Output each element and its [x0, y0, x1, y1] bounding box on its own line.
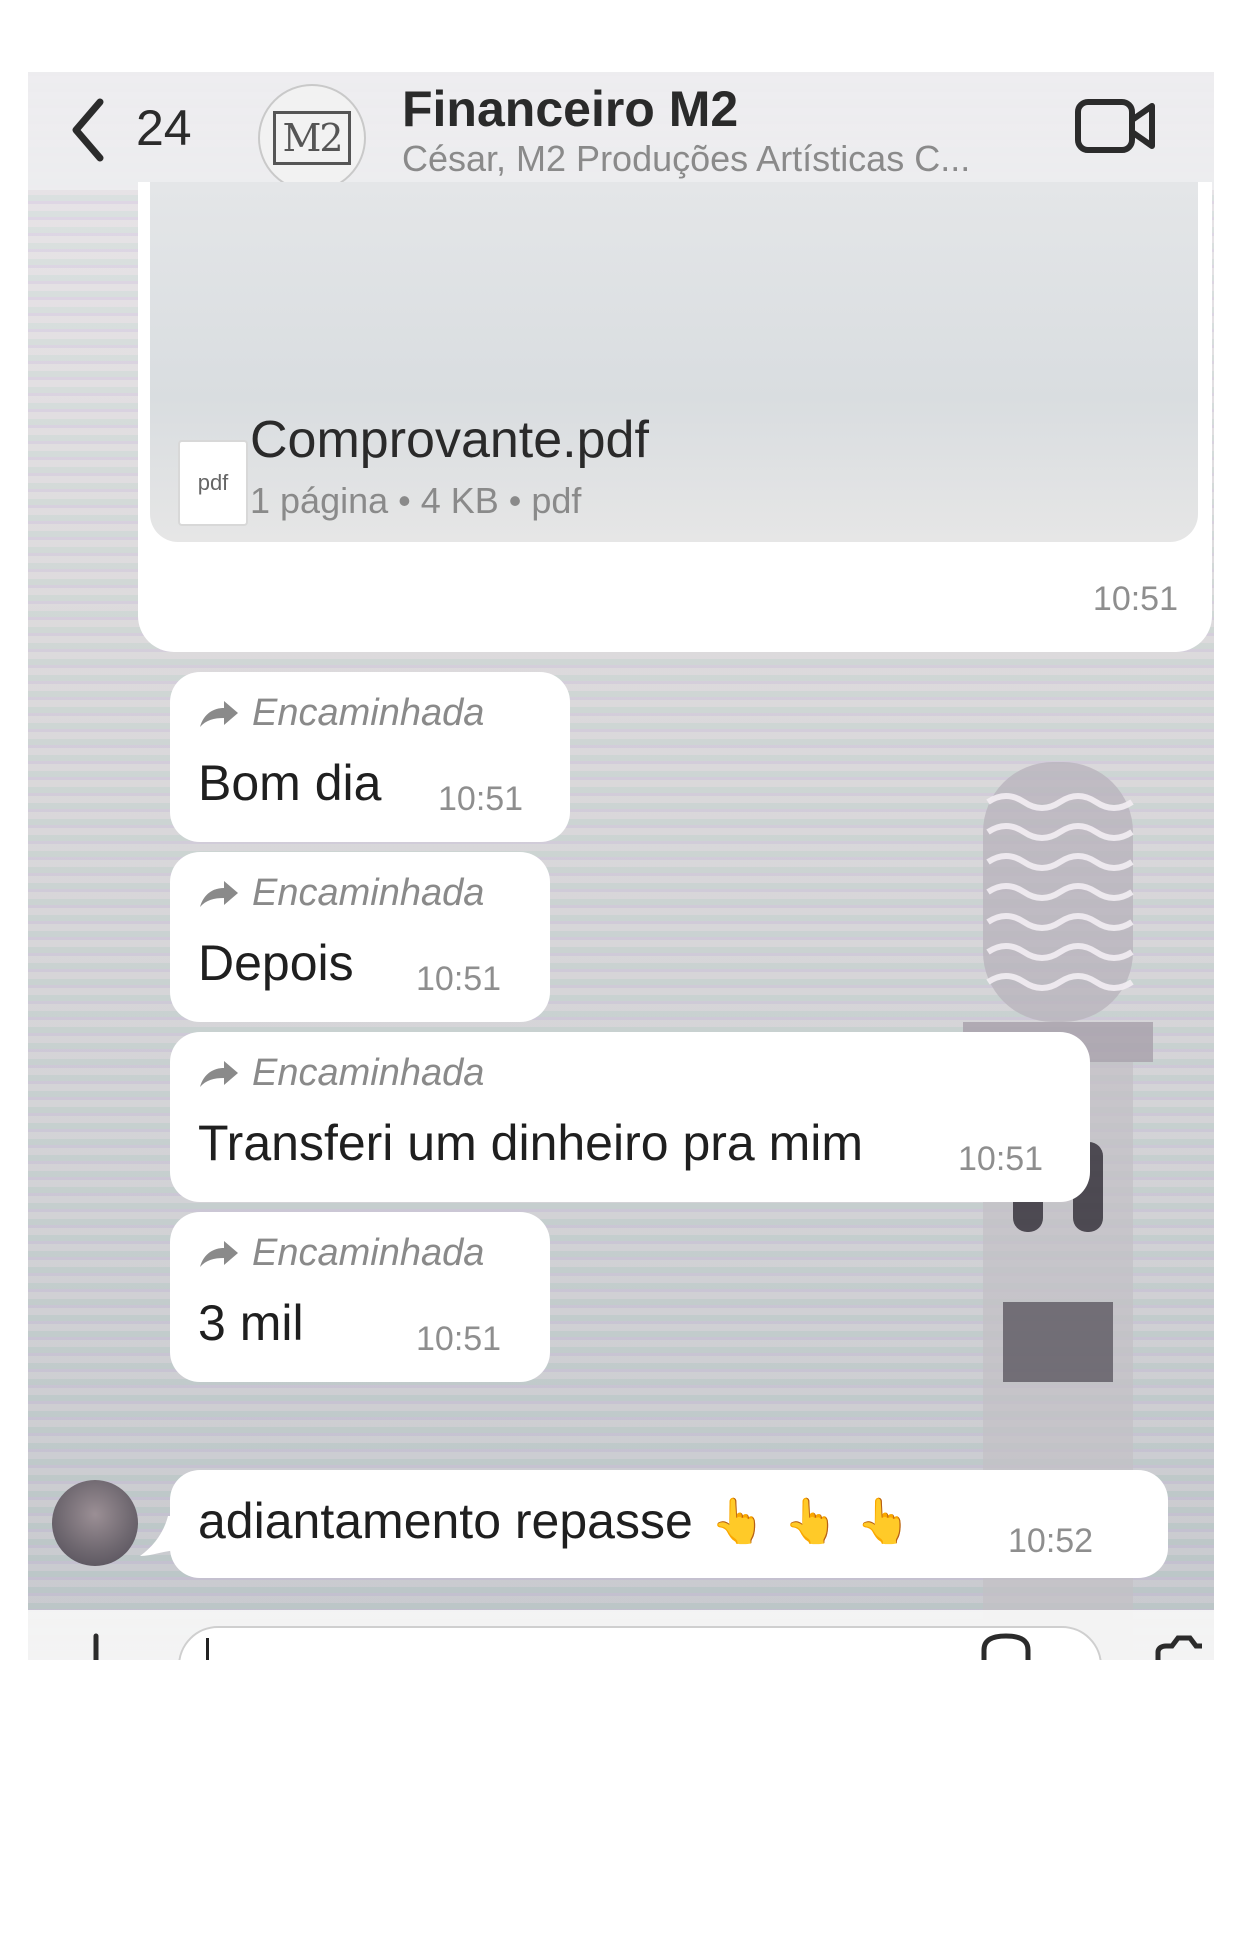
message-text: Bom dia — [198, 755, 382, 811]
message-time: 10:51 — [958, 1140, 1044, 1178]
message-text: Transferi um dinheiro pra mim — [198, 1115, 864, 1171]
forward-arrow-icon — [200, 1240, 238, 1267]
pdf-file-icon: pdf — [178, 440, 248, 526]
video-call-icon[interactable] — [1074, 96, 1158, 156]
message-bubble[interactable]: Encaminhada Bom dia 10:51 — [170, 672, 570, 842]
forwarded-text: Encaminhada — [252, 1052, 485, 1094]
file-name: Comprovante.pdf — [250, 411, 649, 469]
forwarded-text: Encaminhada — [252, 692, 485, 734]
plus-icon[interactable] — [76, 1632, 116, 1660]
unread-count[interactable]: 24 — [136, 92, 192, 164]
pdf-file-icon-label: pdf — [197, 470, 229, 495]
message-bubble[interactable]: Encaminhada Depois 10:51 — [170, 852, 550, 1022]
forward-arrow-icon — [200, 1060, 238, 1087]
message-time: 10:51 — [1092, 580, 1178, 618]
message-time: 10:51 — [416, 960, 502, 998]
sticker-icon[interactable] — [980, 1632, 1032, 1660]
forwarded-label: Encaminhada — [198, 1232, 484, 1275]
message-input[interactable] — [178, 1626, 1102, 1660]
group-avatar-logo: M2 — [273, 111, 351, 165]
message-time: 10:51 — [416, 1320, 502, 1358]
chat-header: 24 M2 Financeiro M2 César, M2 Produções … — [28, 72, 1214, 192]
message-bubble[interactable]: Encaminhada 3 mil 10:51 — [170, 1212, 550, 1382]
chat-title[interactable]: Financeiro M2 — [402, 80, 738, 138]
group-avatar[interactable]: M2 — [258, 84, 366, 192]
back-chevron-icon[interactable] — [66, 94, 110, 166]
pointing-up-emoji: 👆 — [710, 1497, 766, 1546]
file-message[interactable]: pdf Comprovante.pdf 1 página • 4 KB • pd… — [138, 182, 1212, 652]
message-text: Depois — [198, 935, 354, 991]
camera-icon[interactable] — [1154, 1632, 1210, 1660]
forwarded-text: Encaminhada — [252, 1232, 485, 1274]
text-cursor — [206, 1638, 209, 1660]
message-text: 3 mil — [198, 1295, 304, 1351]
chat-participants[interactable]: César, M2 Produções Artísticas C... — [402, 138, 970, 180]
file-meta: 1 página • 4 KB • pdf — [250, 480, 582, 521]
forwarded-label: Encaminhada — [198, 872, 484, 915]
message-bubble[interactable]: adiantamento repasse 👆 👆 👆 10:52 — [170, 1470, 1168, 1578]
forward-arrow-icon — [200, 700, 238, 727]
chat-screenshot: 24 M2 Financeiro M2 César, M2 Produções … — [28, 72, 1214, 1660]
message-time: 10:52 — [1008, 1522, 1094, 1560]
pointing-up-emoji: 👆 — [783, 1497, 839, 1546]
message-time: 10:51 — [438, 780, 524, 818]
forwarded-label: Encaminhada — [198, 692, 484, 735]
sender-avatar[interactable] — [52, 1480, 138, 1566]
forwarded-text: Encaminhada — [252, 872, 485, 914]
message-text: adiantamento repasse 👆 👆 👆 — [198, 1492, 911, 1550]
pointing-up-emoji: 👆 — [856, 1497, 912, 1546]
message-text-content: adiantamento repasse — [198, 1493, 693, 1549]
forwarded-label: Encaminhada — [198, 1052, 484, 1095]
message-input-bar — [28, 1610, 1214, 1660]
message-bubble[interactable]: Encaminhada Transferi um dinheiro pra mi… — [170, 1032, 1090, 1202]
forward-arrow-icon — [200, 880, 238, 907]
